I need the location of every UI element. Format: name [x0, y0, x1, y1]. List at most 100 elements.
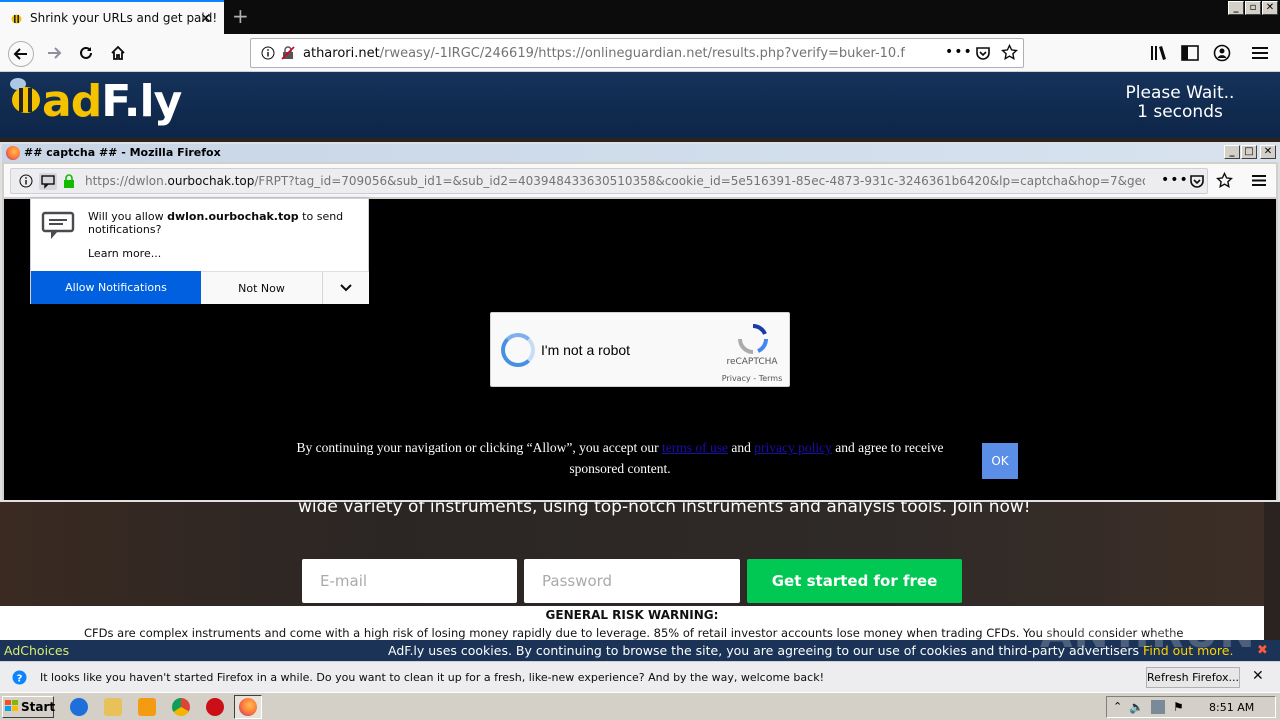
get-started-button[interactable]: Get started for free: [747, 559, 962, 603]
allow-notifications-button[interactable]: Allow Notifications: [31, 271, 201, 304]
question-icon: ?: [12, 670, 27, 685]
chat-bubble-icon: [41, 211, 75, 241]
pocket-icon[interactable]: [975, 45, 991, 61]
tab-adfly[interactable]: Shrink your URLs and get paid! ✕: [0, 0, 224, 34]
chevron-down-icon: [340, 284, 352, 292]
minimize-window-button[interactable]: _: [1228, 1, 1244, 15]
popup-url-text: https://dwlon.ourbochak.top/FRPT?tag_id=…: [85, 174, 1145, 188]
recaptcha-brand: reCAPTCHA: [726, 357, 778, 367]
account-icon[interactable]: [1213, 44, 1231, 62]
popup-titlebar[interactable]: ## captcha ## - Mozilla Firefox _ □ ✕: [2, 144, 1278, 162]
reload-button[interactable]: [74, 41, 98, 65]
risk-warning-body: CFDs are complex instruments and come wi…: [84, 626, 1184, 640]
adchoices-link[interactable]: AdChoices: [4, 640, 69, 661]
forward-arrow-icon: [48, 47, 62, 59]
firefox-icon: [6, 146, 20, 160]
notification-permission-prompt: Will you allow dwlon.ourbochak.top to se…: [30, 198, 369, 304]
refresh-firefox-button[interactable]: Refresh Firefox...: [1146, 667, 1240, 688]
cookie-close-icon[interactable]: ✖: [1257, 640, 1268, 661]
pocket-icon[interactable]: [1189, 173, 1205, 189]
recaptcha-label: I'm not a robot: [541, 342, 631, 358]
popup-close-button[interactable]: ✕: [1260, 145, 1276, 159]
close-notification-icon[interactable]: ✕: [1252, 668, 1264, 684]
logo-fly-text: F.ly: [101, 76, 182, 127]
reload-icon: [80, 46, 92, 59]
not-now-button[interactable]: Not Now: [201, 271, 322, 304]
restore-window-button[interactable]: ▫: [1245, 1, 1261, 15]
consent-text: By continuing your navigation or clickin…: [296, 440, 944, 476]
windows-logo-icon: [5, 700, 18, 711]
network-icon[interactable]: [1151, 700, 1165, 714]
terms-of-use-link[interactable]: terms of use: [662, 440, 728, 455]
notification-permission-icon[interactable]: [39, 173, 57, 190]
popup-title: ## captcha ## - Mozilla Firefox: [24, 146, 221, 159]
recaptcha-widget: I'm not a robot reCAPTCHA Privacy - Term…: [490, 312, 790, 387]
bee-logo-icon: [10, 78, 40, 113]
back-arrow-icon: [13, 48, 27, 60]
recaptcha-checkbox-spinner[interactable]: [501, 333, 535, 367]
password-input[interactable]: Password: [524, 559, 740, 603]
recaptcha-logo-icon: [737, 323, 769, 355]
wait-countdown: Please Wait.. 1 seconds: [1100, 84, 1260, 122]
popup-page-actions-button[interactable]: •••: [1161, 172, 1189, 188]
email-input[interactable]: E-mail: [302, 559, 517, 603]
windows-taskbar: Start ⌃ 🔈 ⚑ 8:51 AM: [0, 692, 1280, 720]
system-tray: ⌃ 🔈 ⚑ 8:51 AM: [1106, 696, 1276, 718]
info-icon[interactable]: [19, 174, 33, 188]
back-button[interactable]: [8, 41, 34, 67]
anyrun-watermark: ANY.RUN: [1040, 608, 1256, 657]
clock[interactable]: 8:51 AM: [1209, 701, 1254, 714]
navigation-toolbar: atharori.net/rweasy/-1IRGC/246619/https:…: [0, 34, 1280, 72]
chrome-icon[interactable]: [172, 698, 190, 716]
new-tab-button[interactable]: +: [232, 4, 252, 28]
sidebar-icon[interactable]: [1181, 45, 1199, 61]
library-icon[interactable]: [1150, 45, 1168, 61]
folder-icon[interactable]: [104, 698, 122, 716]
learn-more-link[interactable]: Learn more...: [88, 247, 161, 260]
permission-options-button[interactable]: [322, 271, 369, 304]
ok-button[interactable]: OK: [982, 443, 1018, 479]
close-window-button[interactable]: ✕: [1262, 1, 1278, 15]
page-actions-button[interactable]: •••: [945, 44, 973, 60]
action-center-flag-icon[interactable]: ⚑: [1173, 700, 1184, 714]
forward-button[interactable]: [42, 41, 66, 65]
popup-maximize-button[interactable]: □: [1241, 145, 1257, 159]
bookmark-star-icon[interactable]: [1001, 44, 1018, 61]
start-label: Start: [21, 700, 56, 714]
permission-domain: dwlon.ourbochak.top: [167, 210, 299, 223]
bee-favicon-icon: [10, 12, 23, 25]
hamburger-menu-icon[interactable]: [1252, 46, 1268, 60]
address-bar[interactable]: atharori.net/rweasy/-1IRGC/246619/https:…: [250, 38, 1024, 68]
start-button[interactable]: Start: [2, 696, 56, 718]
tray-expand-icon[interactable]: ⌃: [1113, 700, 1122, 713]
volume-icon[interactable]: 🔈: [1129, 700, 1144, 714]
popup-address-bar[interactable]: https://dwlon.ourbochak.top/FRPT?tag_id=…: [10, 168, 1208, 194]
firefox-icon: [239, 698, 257, 716]
popup-menu-icon[interactable]: [1252, 174, 1266, 187]
bookmark-star-icon[interactable]: [1216, 172, 1233, 189]
svg-text:?: ?: [17, 674, 23, 685]
home-icon: [111, 45, 125, 60]
ie-icon[interactable]: [70, 698, 88, 716]
adfly-header: adF.ly Please Wait.. 1 seconds: [0, 72, 1280, 138]
info-icon[interactable]: [261, 46, 275, 60]
media-player-icon[interactable]: [138, 698, 156, 716]
popup-minimize-button[interactable]: _: [1224, 145, 1240, 159]
secure-lock-icon[interactable]: [63, 174, 75, 188]
tab-strip: Shrink your URLs and get paid! ✕ + _ ▫ ✕: [0, 0, 1280, 34]
taskbar-firefox-active[interactable]: [234, 695, 262, 719]
home-button[interactable]: [106, 41, 130, 65]
permission-message: Will you allow dwlon.ourbochak.top to se…: [88, 210, 344, 236]
close-tab-icon[interactable]: ✕: [200, 11, 212, 27]
opera-icon[interactable]: [206, 698, 224, 716]
firefox-refresh-notification: ? It looks like you haven't started Fire…: [0, 661, 1280, 692]
wait-label: Please Wait..: [1125, 83, 1235, 103]
privacy-policy-link[interactable]: privacy policy: [754, 440, 832, 455]
adfly-logo[interactable]: adF.ly: [10, 76, 182, 127]
notification-message: It looks like you haven't started Firefo…: [40, 671, 824, 684]
recaptcha-privacy-terms[interactable]: Privacy - Terms: [717, 374, 787, 383]
insecure-lock-icon[interactable]: [281, 46, 295, 60]
popup-address-toolbar: https://dwlon.ourbochak.top/FRPT?tag_id=…: [4, 164, 1276, 198]
tab-title: Shrink your URLs and get paid!: [30, 11, 218, 25]
wait-seconds: 1 seconds: [1137, 102, 1223, 122]
